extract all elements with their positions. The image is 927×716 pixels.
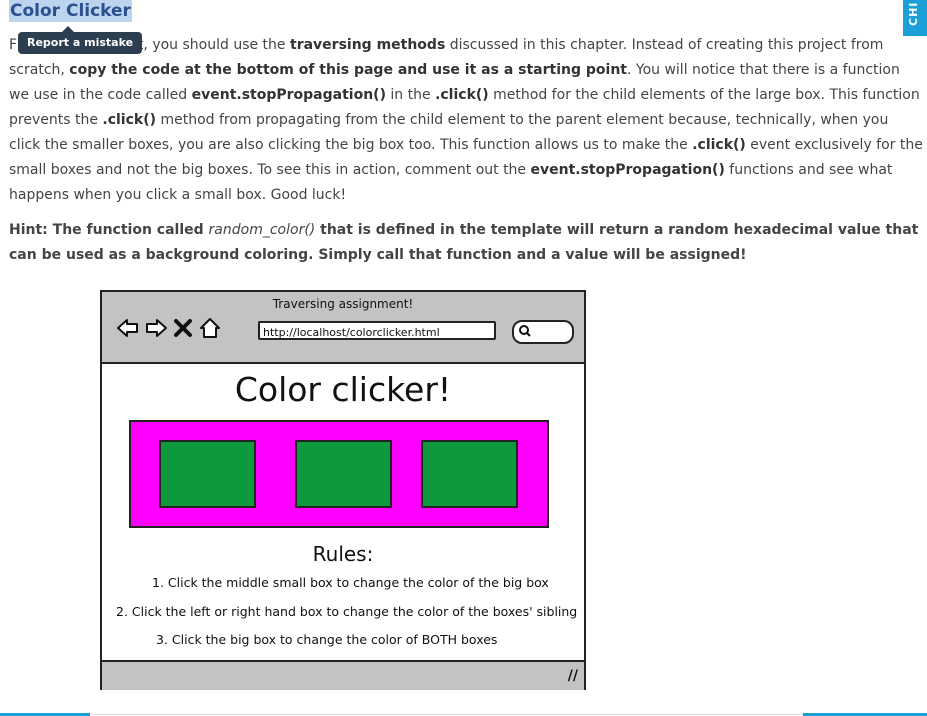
mockup-search-box — [512, 320, 574, 344]
mockup-rules-title: Rules: — [312, 542, 374, 566]
mockup-rule-3: 3. Click the big box to change the color… — [156, 632, 498, 647]
hint-text-1: Hint: The function called — [9, 222, 209, 238]
intro-bold-traversing-methods: traversing methods — [290, 37, 446, 53]
intro-lead-letter: F — [9, 37, 18, 53]
hint-paragraph: Hint: The function called random_color()… — [9, 218, 923, 268]
resize-grip-icon: // — [567, 668, 578, 684]
mockup-heading: Color clicker! — [234, 370, 452, 409]
stop-x-icon — [174, 319, 192, 337]
mockup-small-box-left — [159, 440, 256, 508]
mockup-nav-icons — [116, 316, 222, 340]
report-mistake-tooltip[interactable]: Report a mistake — [18, 26, 143, 54]
forward-arrow-icon — [146, 319, 167, 337]
intro-text-4: in the — [385, 87, 436, 103]
mockup-rule-1: 1. Click the middle small box to change … — [152, 575, 549, 590]
intro-bold-click-1: .click() — [435, 87, 489, 103]
intro-paragraph: Fnt, you should use the traversing metho… — [9, 33, 923, 208]
mockup-small-box-middle — [295, 440, 392, 508]
search-icon — [519, 325, 531, 337]
mockup-rule-2: 2. Click the left or right hand box to c… — [116, 604, 578, 619]
home-icon — [200, 318, 220, 338]
intro-bold-stop-propagation: event.stopPropagation() — [191, 87, 386, 103]
mockup-url-bar: http://localhost/colorclicker.html — [258, 321, 496, 340]
mockup-window-title: Traversing assignment! — [272, 297, 414, 311]
side-tab-label: CHI — [907, 1, 920, 26]
mockup-browser-chrome: Traversing assignment! http://localhost/… — [102, 292, 584, 364]
side-tab[interactable]: CHI — [903, 0, 927, 36]
intro-text-1: nt, you should use the — [129, 37, 290, 53]
mockup-big-box — [129, 420, 549, 528]
assignment-mockup-image: Traversing assignment! http://localhost/… — [100, 290, 586, 690]
hint-function-name: random_color() — [208, 222, 316, 238]
intro-bold-click-3: .click() — [692, 137, 746, 153]
mockup-status-bar: // — [102, 660, 584, 690]
back-arrow-icon — [117, 319, 138, 337]
mockup-small-box-right — [421, 440, 518, 508]
intro-bold-click-2: .click() — [102, 112, 157, 128]
section-title: Color Clicker — [9, 0, 132, 22]
intro-bold-copy-code: copy the code at the bottom of this page… — [69, 62, 627, 78]
bottom-divider — [90, 714, 803, 715]
intro-bold-stop-propagation-2: event.stopPropagation() — [530, 162, 725, 178]
